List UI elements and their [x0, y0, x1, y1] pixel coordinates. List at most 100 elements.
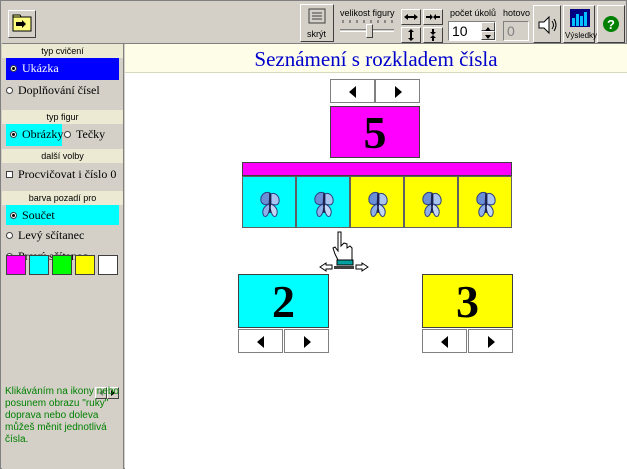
count-up-button[interactable]	[481, 22, 495, 31]
option-pictures[interactable]: Obrázky	[6, 124, 64, 146]
figure-size-slider[interactable]	[340, 20, 394, 38]
butterfly-icon	[368, 192, 388, 217]
hide-button[interactable]: skrýt	[300, 4, 334, 42]
figure-row	[242, 176, 512, 230]
option-dots-label: Tečky	[76, 127, 106, 141]
radio-icon	[10, 212, 17, 219]
help-button[interactable]: ?	[597, 5, 625, 43]
swatch-white[interactable]	[98, 255, 118, 275]
count-down-button[interactable]	[481, 31, 495, 40]
radio-icon	[10, 65, 17, 72]
option-left-addend[interactable]: Levý sčítanec	[2, 225, 123, 246]
spin-down-icon	[485, 35, 491, 39]
butterfly-icon	[476, 192, 496, 217]
settings-panel: typ cvičení Ukázka Doplňování čísel typ …	[2, 44, 124, 469]
arrow-left-icon	[349, 86, 356, 98]
exercise-area: Seznámení s rozkladem čísla 5 2 3	[125, 44, 627, 469]
exercise-type-title: typ cvičení	[2, 44, 123, 58]
checkbox-icon	[6, 171, 13, 178]
shorter-button[interactable]	[423, 27, 443, 43]
app-window: skrýt velikost figury počet úkolů 10 hot…	[0, 0, 627, 469]
figure-tile	[242, 176, 296, 228]
speaker-icon	[538, 15, 557, 35]
swatch-magenta[interactable]	[6, 255, 26, 275]
option-pictures-label: Obrázky	[22, 127, 64, 141]
page-title: Seznámení s rozkladem čísla	[254, 47, 498, 71]
right-addend-number: 3	[422, 274, 513, 328]
narrow-button[interactable]	[423, 9, 443, 25]
done-value: 0	[507, 23, 515, 39]
swatch-cyan[interactable]	[29, 255, 49, 275]
option-demo-label: Ukázka	[22, 61, 59, 75]
option-sum-label: Součet	[22, 208, 55, 222]
vertical-shrink-icon	[430, 29, 436, 41]
total-arrows	[330, 79, 420, 103]
left-increase-button[interactable]	[284, 329, 329, 353]
arrow-right-icon	[488, 336, 495, 348]
hand-pointer[interactable]	[318, 230, 370, 276]
arrow-left-icon	[441, 336, 448, 348]
radio-icon	[6, 87, 13, 94]
total-number: 5	[330, 106, 420, 158]
title-bar: Seznámení s rozkladem čísla	[125, 44, 627, 73]
figure-type-title: typ figur	[2, 110, 123, 124]
swatch-yellow[interactable]	[75, 255, 95, 275]
figure-tile	[350, 176, 404, 228]
figure-tile	[458, 176, 512, 228]
option-fill-numbers-label: Doplňování čísel	[18, 83, 100, 97]
total-decrease-button[interactable]	[330, 79, 375, 103]
done-label: hotovo	[503, 8, 531, 18]
toolbar: skrýt velikost figury počet úkolů 10 hot…	[2, 2, 626, 44]
folder-icon	[12, 14, 32, 32]
help-text: Klikáváním na ikony nebo posunem obrazu …	[5, 386, 119, 445]
hand-icon	[319, 231, 369, 272]
help-icon: ?	[603, 16, 619, 32]
butterfly-icon	[260, 192, 280, 217]
horizontal-shrink-icon	[426, 14, 440, 20]
total-increase-button[interactable]	[375, 79, 420, 103]
results-chart-icon	[570, 9, 590, 27]
background-title: barva pozadí pro	[2, 191, 123, 205]
practice-zero-checkbox[interactable]: Procvičovat i číslo 0	[2, 164, 123, 185]
results-button[interactable]: Výsledky	[563, 5, 597, 43]
task-count-input[interactable]: 10	[448, 21, 496, 41]
option-demo[interactable]: Ukázka	[6, 58, 119, 80]
option-fill-numbers[interactable]: Doplňování čísel	[2, 80, 123, 101]
figure-tile	[404, 176, 458, 228]
done-field: 0	[503, 21, 529, 41]
figure-size-group: velikost figury	[338, 4, 396, 42]
option-left-addend-label: Levý sčítanec	[18, 228, 85, 242]
slider-thumb[interactable]	[366, 24, 373, 38]
arrow-right-icon	[395, 86, 402, 98]
butterfly-icon	[314, 192, 334, 217]
vertical-expand-icon	[408, 29, 414, 41]
right-addend-arrows	[422, 329, 513, 353]
task-count-label: počet úkolů	[450, 8, 497, 18]
option-dots[interactable]: Tečky	[60, 124, 120, 145]
figure-tile	[296, 176, 350, 228]
swatch-green[interactable]	[52, 255, 72, 275]
widen-button[interactable]	[401, 9, 421, 25]
right-decrease-button[interactable]	[422, 329, 467, 353]
open-folder-button[interactable]	[8, 10, 36, 38]
butterfly-icon	[422, 192, 442, 217]
hide-icon	[308, 8, 326, 24]
task-count-value: 10	[452, 23, 468, 39]
sound-button[interactable]	[533, 5, 561, 43]
radio-icon	[64, 131, 71, 138]
svg-text:?: ?	[607, 17, 615, 32]
horizontal-expand-icon	[404, 14, 418, 20]
left-addend-arrows	[238, 329, 329, 353]
sum-bar	[242, 162, 512, 176]
arrow-right-icon	[304, 336, 311, 348]
figure-size-label: velikost figury	[340, 8, 395, 18]
practice-zero-label: Procvičovat i číslo 0	[18, 167, 117, 181]
hide-label: skrýt	[307, 29, 326, 39]
left-addend-number: 2	[238, 274, 329, 328]
right-increase-button[interactable]	[468, 329, 513, 353]
radio-icon	[6, 232, 13, 239]
left-decrease-button[interactable]	[238, 329, 283, 353]
option-sum[interactable]: Součet	[6, 205, 119, 225]
radio-icon	[10, 131, 17, 138]
taller-button[interactable]	[401, 27, 421, 43]
